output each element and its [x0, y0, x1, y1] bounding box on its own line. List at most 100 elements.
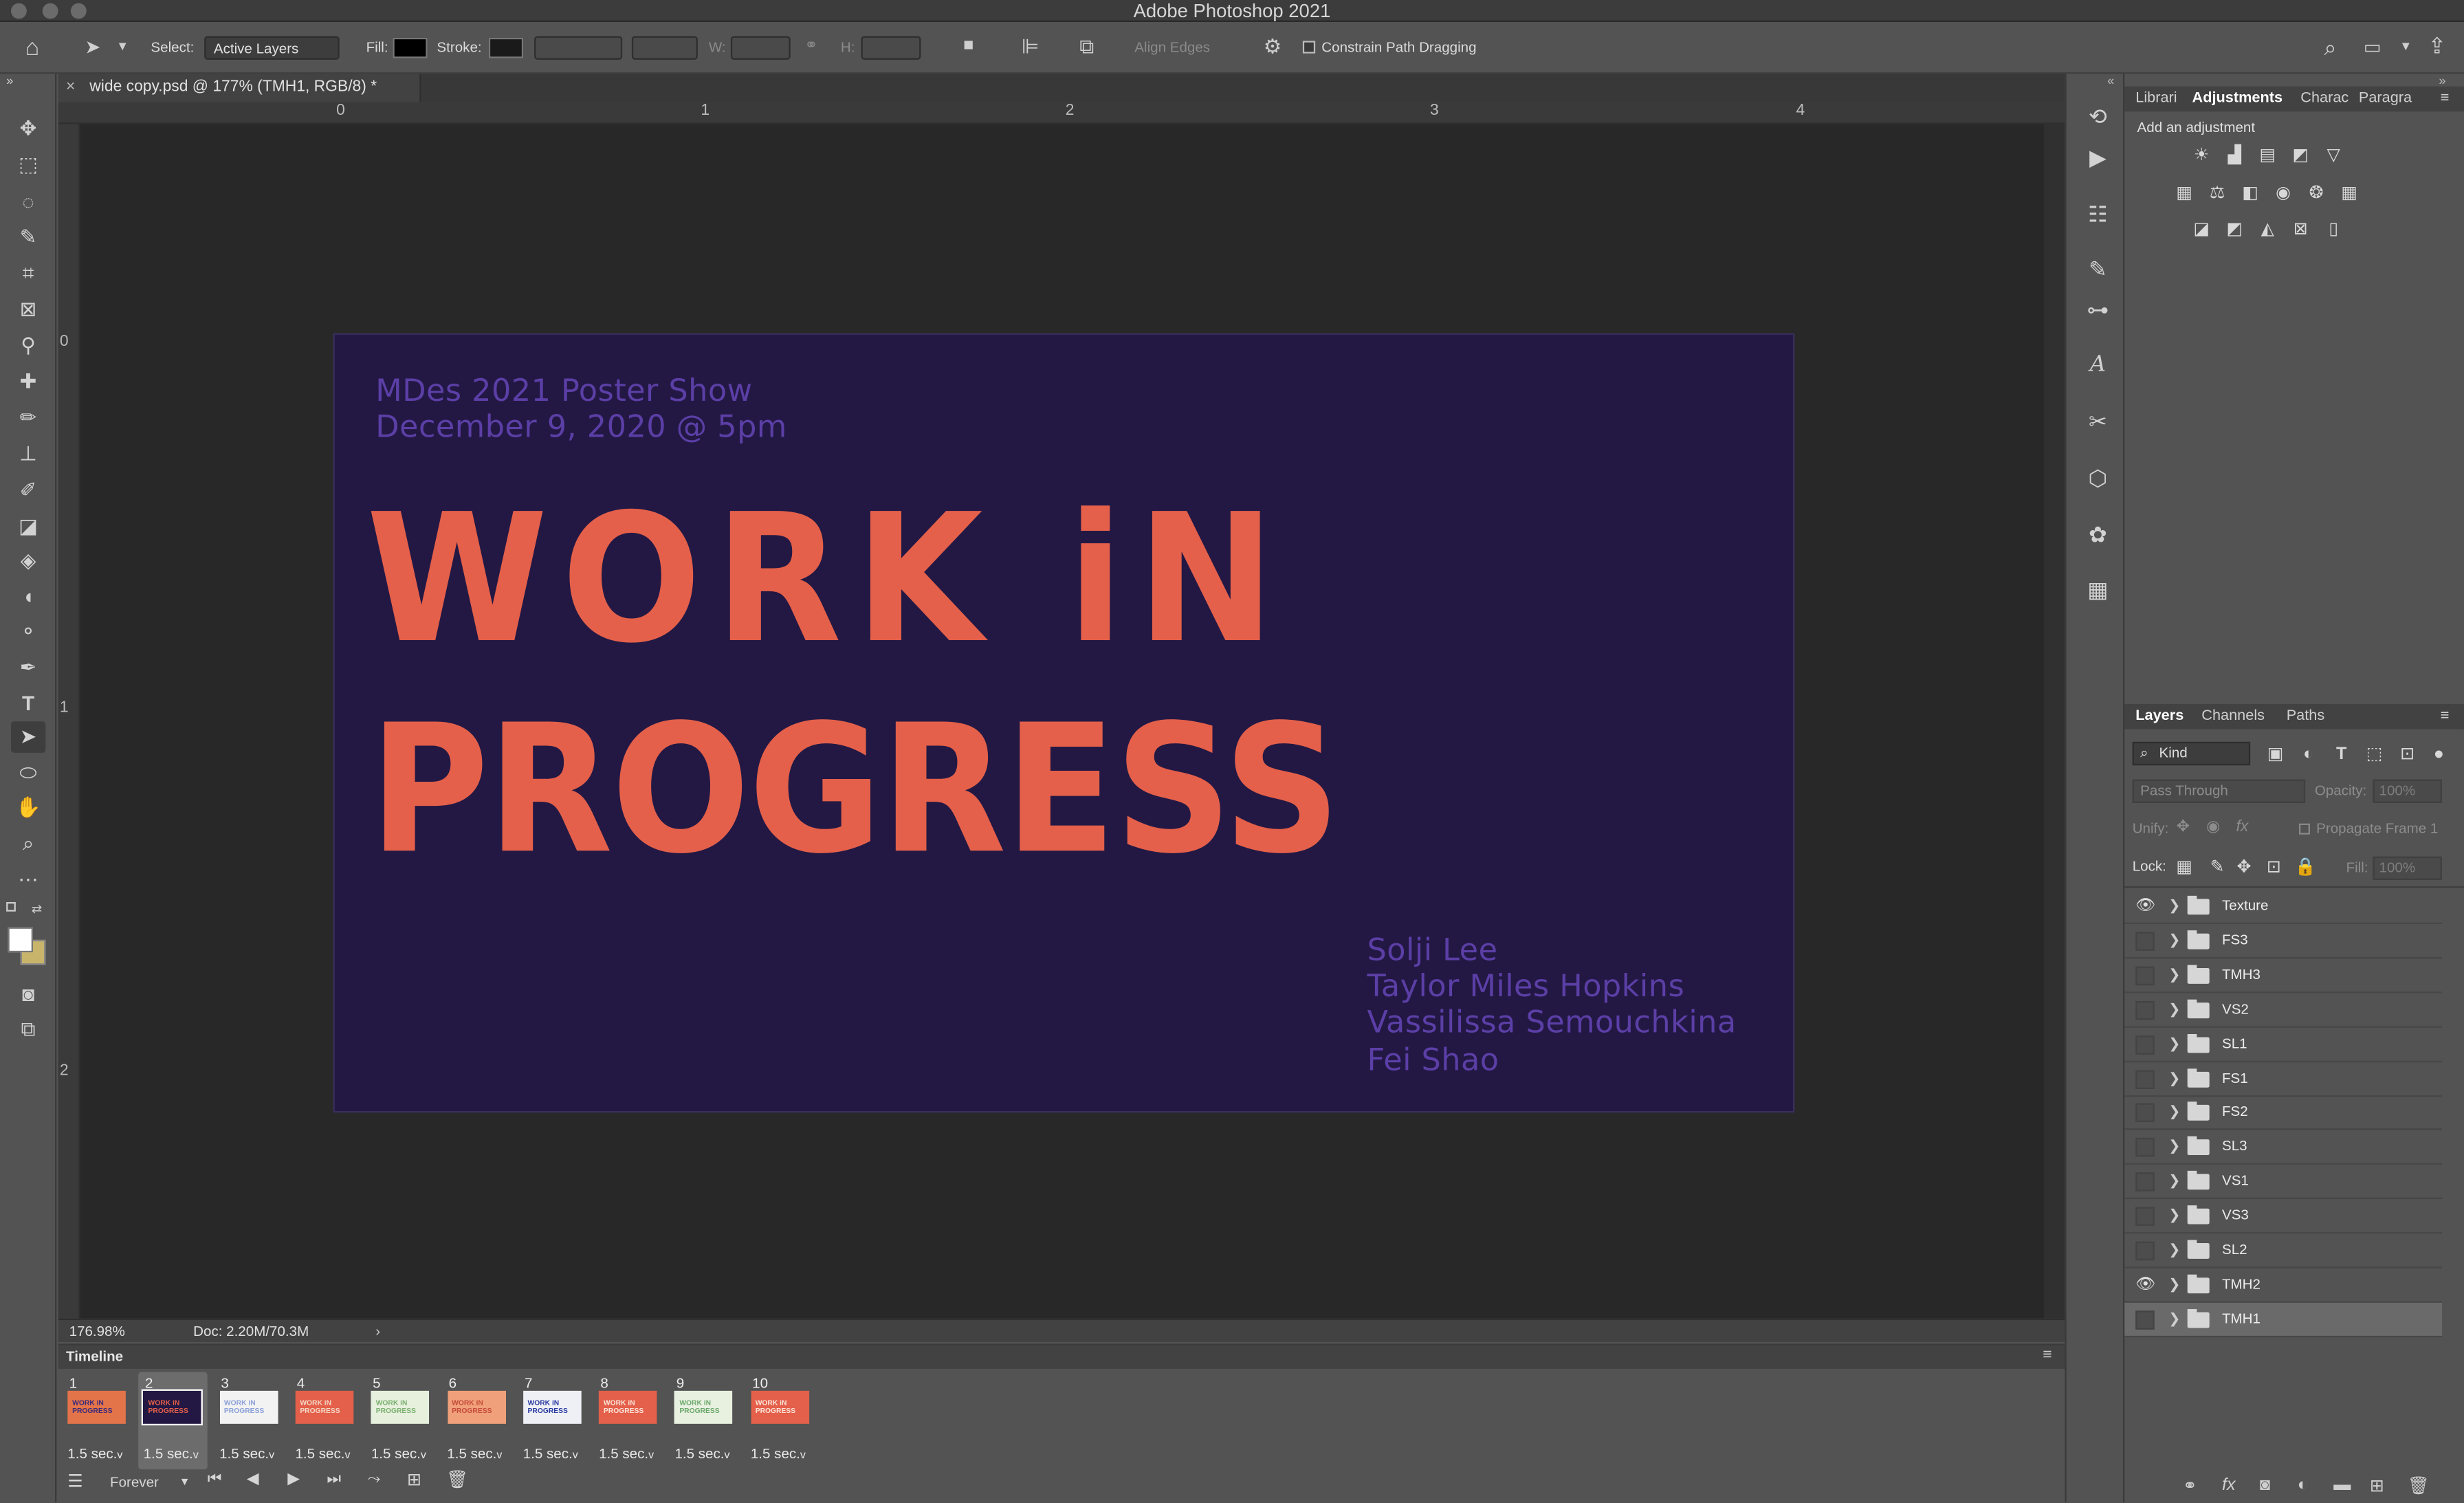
stroke-swatch[interactable] — [488, 37, 524, 58]
hue-saturation-icon[interactable]: ▦ — [2173, 184, 2195, 202]
color-lookup-icon[interactable]: ▦ — [2338, 184, 2360, 202]
duplicate-frame-icon[interactable]: ⊞ — [407, 1469, 421, 1489]
lasso-tool-icon[interactable]: ◌ — [11, 186, 45, 217]
width-field[interactable] — [730, 36, 791, 60]
expand-chevron-icon[interactable]: ❯ — [2168, 890, 2180, 923]
frame-delay[interactable]: 1.5 sec.v — [523, 1446, 578, 1462]
propagate-checkbox[interactable] — [2298, 823, 2310, 835]
frame-delay[interactable]: 1.5 sec.v — [219, 1446, 274, 1462]
panel-menu-icon[interactable]: ≡ — [2441, 87, 2450, 112]
layer-row[interactable]: 👁 ❯ TMH2 — [2124, 1268, 2442, 1303]
visibility-eye-icon[interactable] — [2135, 932, 2155, 951]
timeline-frame[interactable]: 1 WORK iN PROGRESS 1.5 sec.v — [63, 1372, 132, 1469]
lock-position-icon[interactable]: ✥ — [2233, 858, 2255, 877]
link-layers-icon[interactable]: ⚭ — [2183, 1475, 2197, 1496]
timeline-frame[interactable]: 7 WORK iN PROGRESS 1.5 sec.v — [518, 1372, 588, 1469]
layer-row[interactable]: ❯ FS2 — [2124, 1096, 2442, 1131]
character-icon[interactable]: A — [2082, 349, 2114, 380]
history-icon[interactable]: ⟲ — [2082, 100, 2114, 132]
zoom-level[interactable]: 176.98% — [69, 1320, 125, 1342]
gradient-map-icon[interactable]: ▯ — [2322, 220, 2344, 239]
quick-mask-icon[interactable]: ◙ — [11, 978, 45, 1009]
workspace-chevron-icon[interactable]: ▼ — [2399, 39, 2412, 54]
foreground-color-swatch[interactable] — [8, 927, 33, 953]
tab-paths[interactable]: Paths — [2287, 704, 2325, 729]
filter-toggle-icon[interactable]: ● — [2428, 745, 2450, 763]
frame-delay[interactable]: 1.5 sec.v — [674, 1446, 729, 1462]
path-selection-tool-icon[interactable]: ➤ — [10, 721, 46, 753]
unify-position-icon[interactable]: ✥ — [2177, 819, 2190, 836]
frame-delay[interactable]: 1.5 sec.v — [371, 1446, 426, 1462]
link-icon[interactable]: ⚭ — [804, 38, 817, 55]
expand-chevron-icon[interactable]: ❯ — [2168, 1302, 2180, 1335]
visibility-eye-icon[interactable] — [2135, 1310, 2155, 1330]
lock-artboard-icon[interactable]: ⊡ — [2263, 858, 2285, 877]
selective-color-icon[interactable]: ⊠ — [2289, 220, 2311, 239]
lock-image-icon[interactable]: ✎ — [2206, 858, 2228, 877]
tab-paragraph[interactable]: Paragra — [2359, 87, 2412, 112]
dodge-tool-icon[interactable]: ⚬ — [11, 616, 45, 648]
next-frame-icon[interactable]: ⏭ — [327, 1471, 341, 1488]
frame-delay[interactable]: 1.5 sec.v — [751, 1446, 806, 1462]
loop-dropdown[interactable]: Forever — [110, 1474, 159, 1490]
expand-chevron-icon[interactable]: ❯ — [2168, 993, 2180, 1026]
quick-selection-tool-icon[interactable]: ✎ — [11, 221, 45, 253]
photo-filter-icon[interactable]: ◉ — [2272, 184, 2294, 202]
adjustment-layer-icon[interactable]: ◐ — [2298, 1475, 2308, 1494]
frame-delay[interactable]: 1.5 sec.v — [599, 1446, 654, 1462]
layer-row[interactable]: ❯ TMH1 — [2124, 1302, 2442, 1337]
timeline-frame[interactable]: 4 WORK iN PROGRESS 1.5 sec.v — [291, 1372, 360, 1469]
exposure-icon[interactable]: ◩ — [2289, 146, 2311, 165]
zoom-tool-icon[interactable]: ⌕ — [11, 829, 45, 860]
pen-tool-icon[interactable]: ✒ — [11, 652, 45, 684]
expand-chevron-icon[interactable]: ❯ — [2168, 1233, 2180, 1266]
screen-mode-icon[interactable]: ⧉ — [11, 1013, 45, 1045]
visibility-eye-icon[interactable] — [2135, 1207, 2155, 1227]
blur-tool-icon[interactable]: ◖ — [11, 580, 45, 611]
workspace-icon[interactable]: ▭ — [2364, 36, 2382, 58]
frame-delay[interactable]: 1.5 sec.v — [144, 1446, 199, 1462]
frame-delay[interactable]: 1.5 sec.v — [295, 1446, 350, 1462]
paint-bucket-tool-icon[interactable]: ◈ — [11, 545, 45, 577]
close-tab-icon[interactable]: × — [66, 74, 75, 102]
opacity-field[interactable]: 100% — [2373, 779, 2442, 803]
layer-row[interactable]: ❯ VS3 — [2124, 1199, 2442, 1234]
layer-row[interactable]: ❯ TMH3 — [2124, 958, 2442, 994]
posterize-icon[interactable]: ◩ — [2223, 220, 2245, 239]
black-white-icon[interactable]: ◧ — [2239, 184, 2261, 202]
home-icon[interactable]: ⌂ — [25, 34, 40, 61]
expand-chevron-icon[interactable]: ❯ — [2168, 1062, 2180, 1095]
stroke-width-field[interactable] — [534, 36, 623, 60]
filter-smart-object-icon[interactable]: ⊡ — [2397, 745, 2419, 763]
tool-presets-icon[interactable]: ✂ — [2082, 406, 2114, 437]
delete-layer-icon[interactable]: 🗑 — [2408, 1475, 2430, 1496]
stroke-type-dropdown[interactable] — [631, 36, 698, 60]
path-selection-tool-icon[interactable]: ➤ — [85, 36, 100, 58]
tween-icon[interactable]: ⤳ — [368, 1471, 380, 1488]
timeline-frame[interactable]: 8 WORK iN PROGRESS 1.5 sec.v — [594, 1372, 663, 1469]
visibility-eye-icon[interactable] — [2135, 966, 2155, 985]
brush-settings-icon[interactable]: ✎ — [2082, 253, 2114, 285]
layer-row[interactable]: 👁 ❯ Texture — [2124, 890, 2442, 924]
lock-all-icon[interactable]: 🔒 — [2294, 858, 2316, 877]
timeline-frame[interactable]: 10 WORK iN PROGRESS 1.5 sec.v — [746, 1372, 815, 1469]
gear-icon[interactable]: ⚙ — [1264, 34, 1282, 60]
layer-row[interactable]: ❯ FS3 — [2124, 924, 2442, 959]
expand-chevron-icon[interactable]: ❯ — [2168, 1096, 2180, 1129]
properties-icon[interactable]: ☷ — [2082, 198, 2114, 230]
visibility-eye-icon[interactable] — [2135, 1104, 2155, 1123]
collapse-icon[interactable]: » — [6, 74, 13, 88]
fill-field[interactable]: 100% — [2373, 856, 2442, 880]
default-colors-icon[interactable] — [6, 901, 16, 912]
vertical-scrollbar[interactable] — [2044, 124, 2065, 1319]
table-icon[interactable]: ▦ — [2082, 573, 2114, 605]
select-dropdown[interactable]: Active Layers — [204, 36, 340, 60]
tab-libraries[interactable]: Librari — [2135, 87, 2186, 112]
visibility-eye-icon[interactable] — [2135, 1000, 2155, 1020]
swatches-icon[interactable]: ✿ — [2082, 518, 2114, 550]
expand-chevron-icon[interactable]: ❯ — [2168, 1268, 2180, 1301]
visibility-eye-icon[interactable]: 👁 — [2135, 1276, 2155, 1295]
expand-chevron-icon[interactable]: ❯ — [2168, 1130, 2180, 1163]
expand-chevron-icon[interactable]: ❯ — [2168, 924, 2180, 957]
lock-transparent-icon[interactable]: ▦ — [2173, 858, 2195, 877]
